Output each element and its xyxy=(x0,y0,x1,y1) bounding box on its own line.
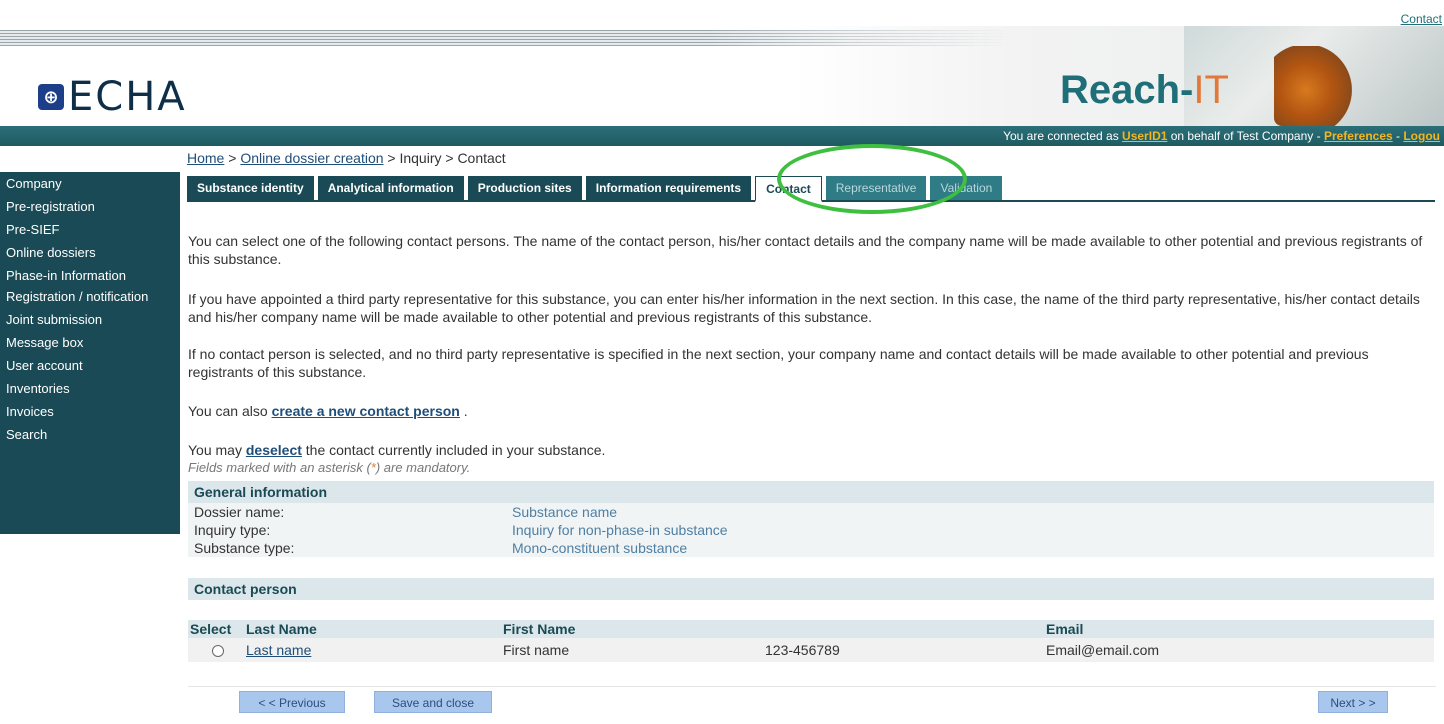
session-status-bar: You are connected as UserID1 on behalf o… xyxy=(0,126,1444,146)
create-contact-paragraph: You can also create a new contact person… xyxy=(188,402,468,420)
save-and-close-button[interactable]: Save and close xyxy=(374,691,492,713)
tab-representative[interactable]: Representative xyxy=(825,176,927,200)
breadcrumb-current: > Inquiry > Contact xyxy=(383,150,506,166)
contact-table: Select Last Name First Name Email Last n… xyxy=(188,620,1434,662)
sidebar-item-company[interactable]: Company xyxy=(0,172,180,195)
col-phone xyxy=(763,620,1044,638)
reach-it-logo-suffix: IT xyxy=(1193,68,1229,112)
dossier-tabs: Substance identity Analytical informatio… xyxy=(187,176,1435,202)
first-name-cell: First name xyxy=(501,638,763,662)
general-information-section: General information Dossier name: Substa… xyxy=(188,481,1434,557)
mandatory-note-prefix: Fields marked with an asterisk ( xyxy=(188,460,371,475)
deselect-suffix: the contact currently included in your s… xyxy=(301,442,606,458)
create-contact-prefix: You can also xyxy=(188,403,272,419)
status-prefix: You are connected as xyxy=(1003,129,1123,143)
status-separator: - xyxy=(1392,129,1404,143)
sidebar-item-joint-submission[interactable]: Joint submission xyxy=(0,308,180,331)
last-name-cell: Last name xyxy=(244,638,501,662)
email-cell: Email@email.com xyxy=(1044,638,1434,662)
info-row-inquiry-type: Inquiry type: Inquiry for non-phase-in s… xyxy=(188,521,1434,539)
general-information-title: General information xyxy=(188,481,1434,503)
status-middle: on behalf of Test Company - xyxy=(1167,129,1324,143)
next-button[interactable]: Next > > xyxy=(1318,691,1388,713)
tab-analytical-information[interactable]: Analytical information xyxy=(317,176,464,200)
reach-it-logo: Reach-IT xyxy=(1060,68,1229,113)
deselect-paragraph: You may deselect the contact currently i… xyxy=(188,441,605,459)
tab-production-sites[interactable]: Production sites xyxy=(467,176,582,200)
tab-contact[interactable]: Contact xyxy=(755,176,822,202)
breadcrumb-separator: > xyxy=(224,150,241,166)
top-contact-link[interactable]: Contact xyxy=(1401,12,1442,26)
previous-button[interactable]: < < Previous xyxy=(239,691,345,713)
header-stripes xyxy=(0,30,1010,46)
echa-logo-icon: ⊕ xyxy=(38,84,64,110)
reach-it-banner: Reach-IT xyxy=(990,26,1444,126)
sidebar-item-pre-registration[interactable]: Pre-registration xyxy=(0,195,180,218)
sidebar: Company Pre-registration Pre-SIEF Online… xyxy=(0,172,180,534)
info-row-dossier-name: Dossier name: Substance name xyxy=(188,503,1434,521)
contact-person-section: Contact person xyxy=(188,578,1434,600)
header-banner: ⊕ ECHA Reach-IT xyxy=(0,26,1444,126)
beaker-icon xyxy=(1274,46,1354,126)
tab-substance-identity[interactable]: Substance identity xyxy=(187,176,314,200)
sidebar-item-inventories[interactable]: Inventories xyxy=(0,377,180,400)
col-email: Email xyxy=(1044,620,1434,638)
mandatory-note: Fields marked with an asterisk (*) are m… xyxy=(188,459,470,477)
select-cell xyxy=(188,638,244,662)
col-select: Select xyxy=(188,620,244,638)
sidebar-item-search[interactable]: Search xyxy=(0,423,180,446)
col-last-name: Last Name xyxy=(244,620,501,638)
info-value: Mono-constituent substance xyxy=(512,540,688,556)
info-key: Substance type: xyxy=(194,540,295,556)
breadcrumb: Home > Online dossier creation > Inquiry… xyxy=(187,150,506,166)
sidebar-item-phase-in-information[interactable]: Phase-in Information xyxy=(0,264,180,287)
info-row-substance-type: Substance type: Mono-constituent substan… xyxy=(188,539,1434,557)
contact-radio[interactable] xyxy=(212,645,224,658)
echa-logo-text: ECHA xyxy=(68,74,187,120)
sidebar-item-pre-sief[interactable]: Pre-SIEF xyxy=(0,218,180,241)
echa-logo: ⊕ ECHA xyxy=(38,74,187,120)
info-key: Inquiry type: xyxy=(194,522,271,538)
create-contact-suffix: . xyxy=(459,403,468,419)
info-key: Dossier name: xyxy=(194,504,285,520)
info-value: Inquiry for non-phase-in substance xyxy=(512,522,728,538)
table-row[interactable]: Last name First name 123-456789 Email@em… xyxy=(188,638,1434,662)
create-contact-link[interactable]: create a new contact person xyxy=(272,403,460,419)
form-footer: < < Previous Save and close Next > > xyxy=(188,686,1436,716)
deselect-link[interactable]: deselect xyxy=(246,442,302,458)
breadcrumb-home[interactable]: Home xyxy=(187,150,224,166)
user-id-link[interactable]: UserID1 xyxy=(1122,129,1167,143)
phone-cell: 123-456789 xyxy=(763,638,1044,662)
col-first-name: First Name xyxy=(501,620,763,638)
sidebar-item-invoices[interactable]: Invoices xyxy=(0,400,180,423)
sidebar-item-user-account[interactable]: User account xyxy=(0,354,180,377)
contact-person-title: Contact person xyxy=(188,578,1434,600)
breadcrumb-online-dossier[interactable]: Online dossier creation xyxy=(240,150,383,166)
reach-it-logo-prefix: Reach- xyxy=(1060,68,1194,112)
instruction-paragraph-2: If you have appointed a third party repr… xyxy=(188,291,1420,325)
deselect-prefix: You may xyxy=(188,442,246,458)
preferences-link[interactable]: Preferences xyxy=(1324,129,1393,143)
sidebar-item-online-dossiers[interactable]: Online dossiers xyxy=(0,241,180,264)
info-value: Substance name xyxy=(512,504,618,520)
table-header-row: Select Last Name First Name Email xyxy=(188,620,1434,638)
sidebar-item-registration-notification[interactable]: Registration / notification xyxy=(0,287,180,308)
instruction-paragraph-1: You can select one of the following cont… xyxy=(188,233,1423,267)
mandatory-note-suffix: ) are mandatory. xyxy=(375,460,471,475)
sidebar-item-message-box[interactable]: Message box xyxy=(0,331,180,354)
instruction-paragraph-3: If no contact person is selected, and no… xyxy=(188,346,1369,380)
logout-link[interactable]: Logou xyxy=(1403,129,1440,143)
tab-validation[interactable]: Validation xyxy=(930,176,1003,200)
tab-information-requirements[interactable]: Information requirements xyxy=(585,176,752,200)
last-name-link[interactable]: Last name xyxy=(246,642,311,658)
